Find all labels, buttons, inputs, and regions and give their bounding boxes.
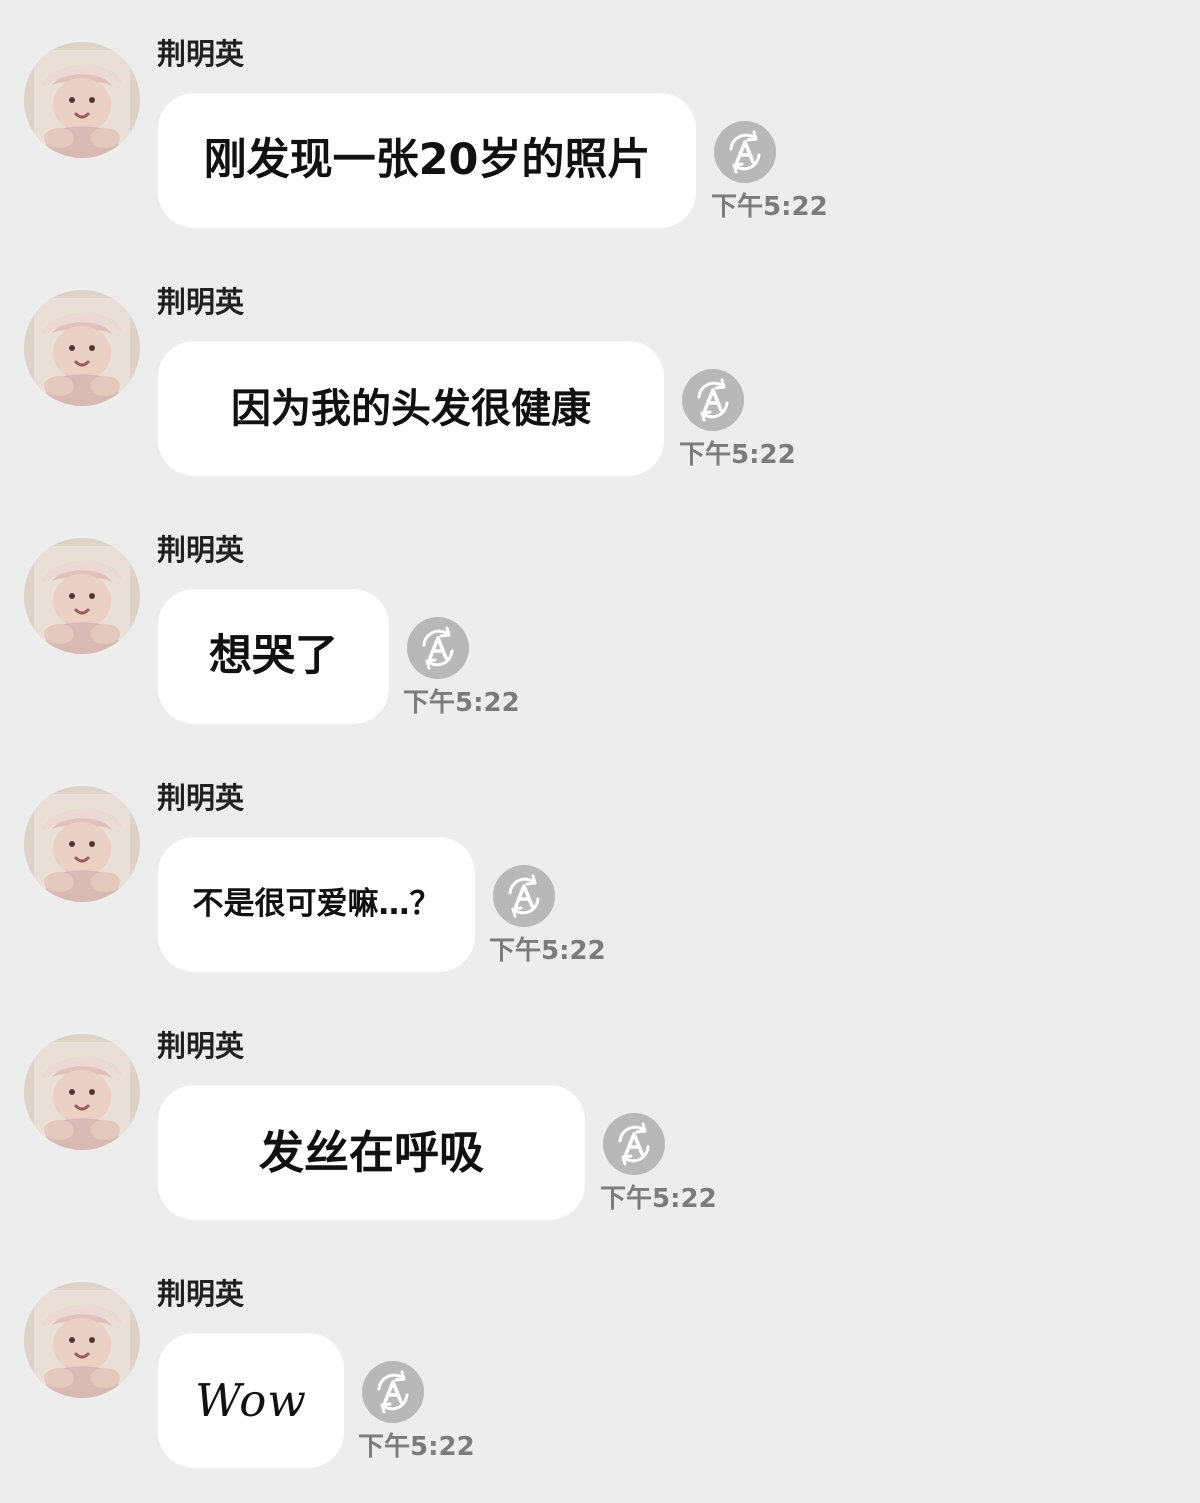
message-text: 不是很可爱嘛…？ (192, 886, 441, 922)
translate-a-icon[interactable] (492, 864, 556, 928)
avatar[interactable] (24, 1034, 140, 1150)
translate-a-icon[interactable] (406, 616, 470, 680)
timestamp: 下午5:22 (403, 688, 520, 718)
message-row: 荆明英 Wow 下午5:22 (0, 1240, 1200, 1488)
baby-avatar-icon (24, 538, 140, 654)
message-text: Wow (195, 1374, 307, 1427)
timestamp: 下午5:22 (711, 192, 828, 222)
chat-message-list: 荆明英 刚发现一张20岁的照片 下午5:22 荆明英 因为我的头发很健康 下午5… (0, 0, 1200, 1503)
message-text: 因为我的头发很健康 (231, 385, 591, 432)
baby-avatar-icon (24, 786, 140, 902)
avatar[interactable] (24, 538, 140, 654)
message-row: 荆明英 想哭了 下午5:22 (0, 496, 1200, 744)
message-bubble[interactable]: 不是很可爱嘛…？ (158, 837, 475, 972)
avatar[interactable] (24, 290, 140, 406)
avatar[interactable] (24, 1282, 140, 1398)
message-bubble[interactable]: 刚发现一张20岁的照片 (158, 93, 696, 228)
timestamp: 下午5:22 (600, 1184, 717, 1214)
avatar[interactable] (24, 786, 140, 902)
sender-name: 荆明英 (157, 781, 245, 815)
translate-a-icon[interactable] (713, 120, 777, 184)
baby-avatar-icon (24, 1034, 140, 1150)
timestamp: 下午5:22 (489, 936, 606, 966)
message-row: 荆明英 发丝在呼吸 下午5:22 (0, 992, 1200, 1240)
baby-avatar-icon (24, 290, 140, 406)
sender-name: 荆明英 (157, 285, 245, 319)
message-text: 发丝在呼吸 (258, 1126, 484, 1179)
translate-a-icon[interactable] (602, 1112, 666, 1176)
message-text: 刚发现一张20岁的照片 (203, 135, 651, 185)
sender-name: 荆明英 (157, 1277, 245, 1311)
sender-name: 荆明英 (157, 37, 245, 71)
message-text: 想哭了 (209, 631, 338, 681)
translate-a-icon[interactable] (681, 368, 745, 432)
translate-a-icon[interactable] (361, 1360, 425, 1424)
baby-avatar-icon (24, 1282, 140, 1398)
sender-name: 荆明英 (157, 533, 245, 567)
message-row: 荆明英 刚发现一张20岁的照片 下午5:22 (0, 0, 1200, 248)
message-bubble[interactable]: Wow (158, 1333, 344, 1468)
message-bubble[interactable]: 想哭了 (158, 589, 389, 724)
message-bubble[interactable]: 发丝在呼吸 (158, 1085, 585, 1220)
timestamp: 下午5:22 (679, 440, 796, 470)
message-bubble[interactable]: 因为我的头发很健康 (158, 341, 664, 476)
timestamp: 下午5:22 (358, 1432, 475, 1462)
message-row: 荆明英 因为我的头发很健康 下午5:22 (0, 248, 1200, 496)
avatar[interactable] (24, 42, 140, 158)
message-row: 荆明英 不是很可爱嘛…？ 下午5:22 (0, 744, 1200, 992)
baby-avatar-icon (24, 42, 140, 158)
sender-name: 荆明英 (157, 1029, 245, 1063)
